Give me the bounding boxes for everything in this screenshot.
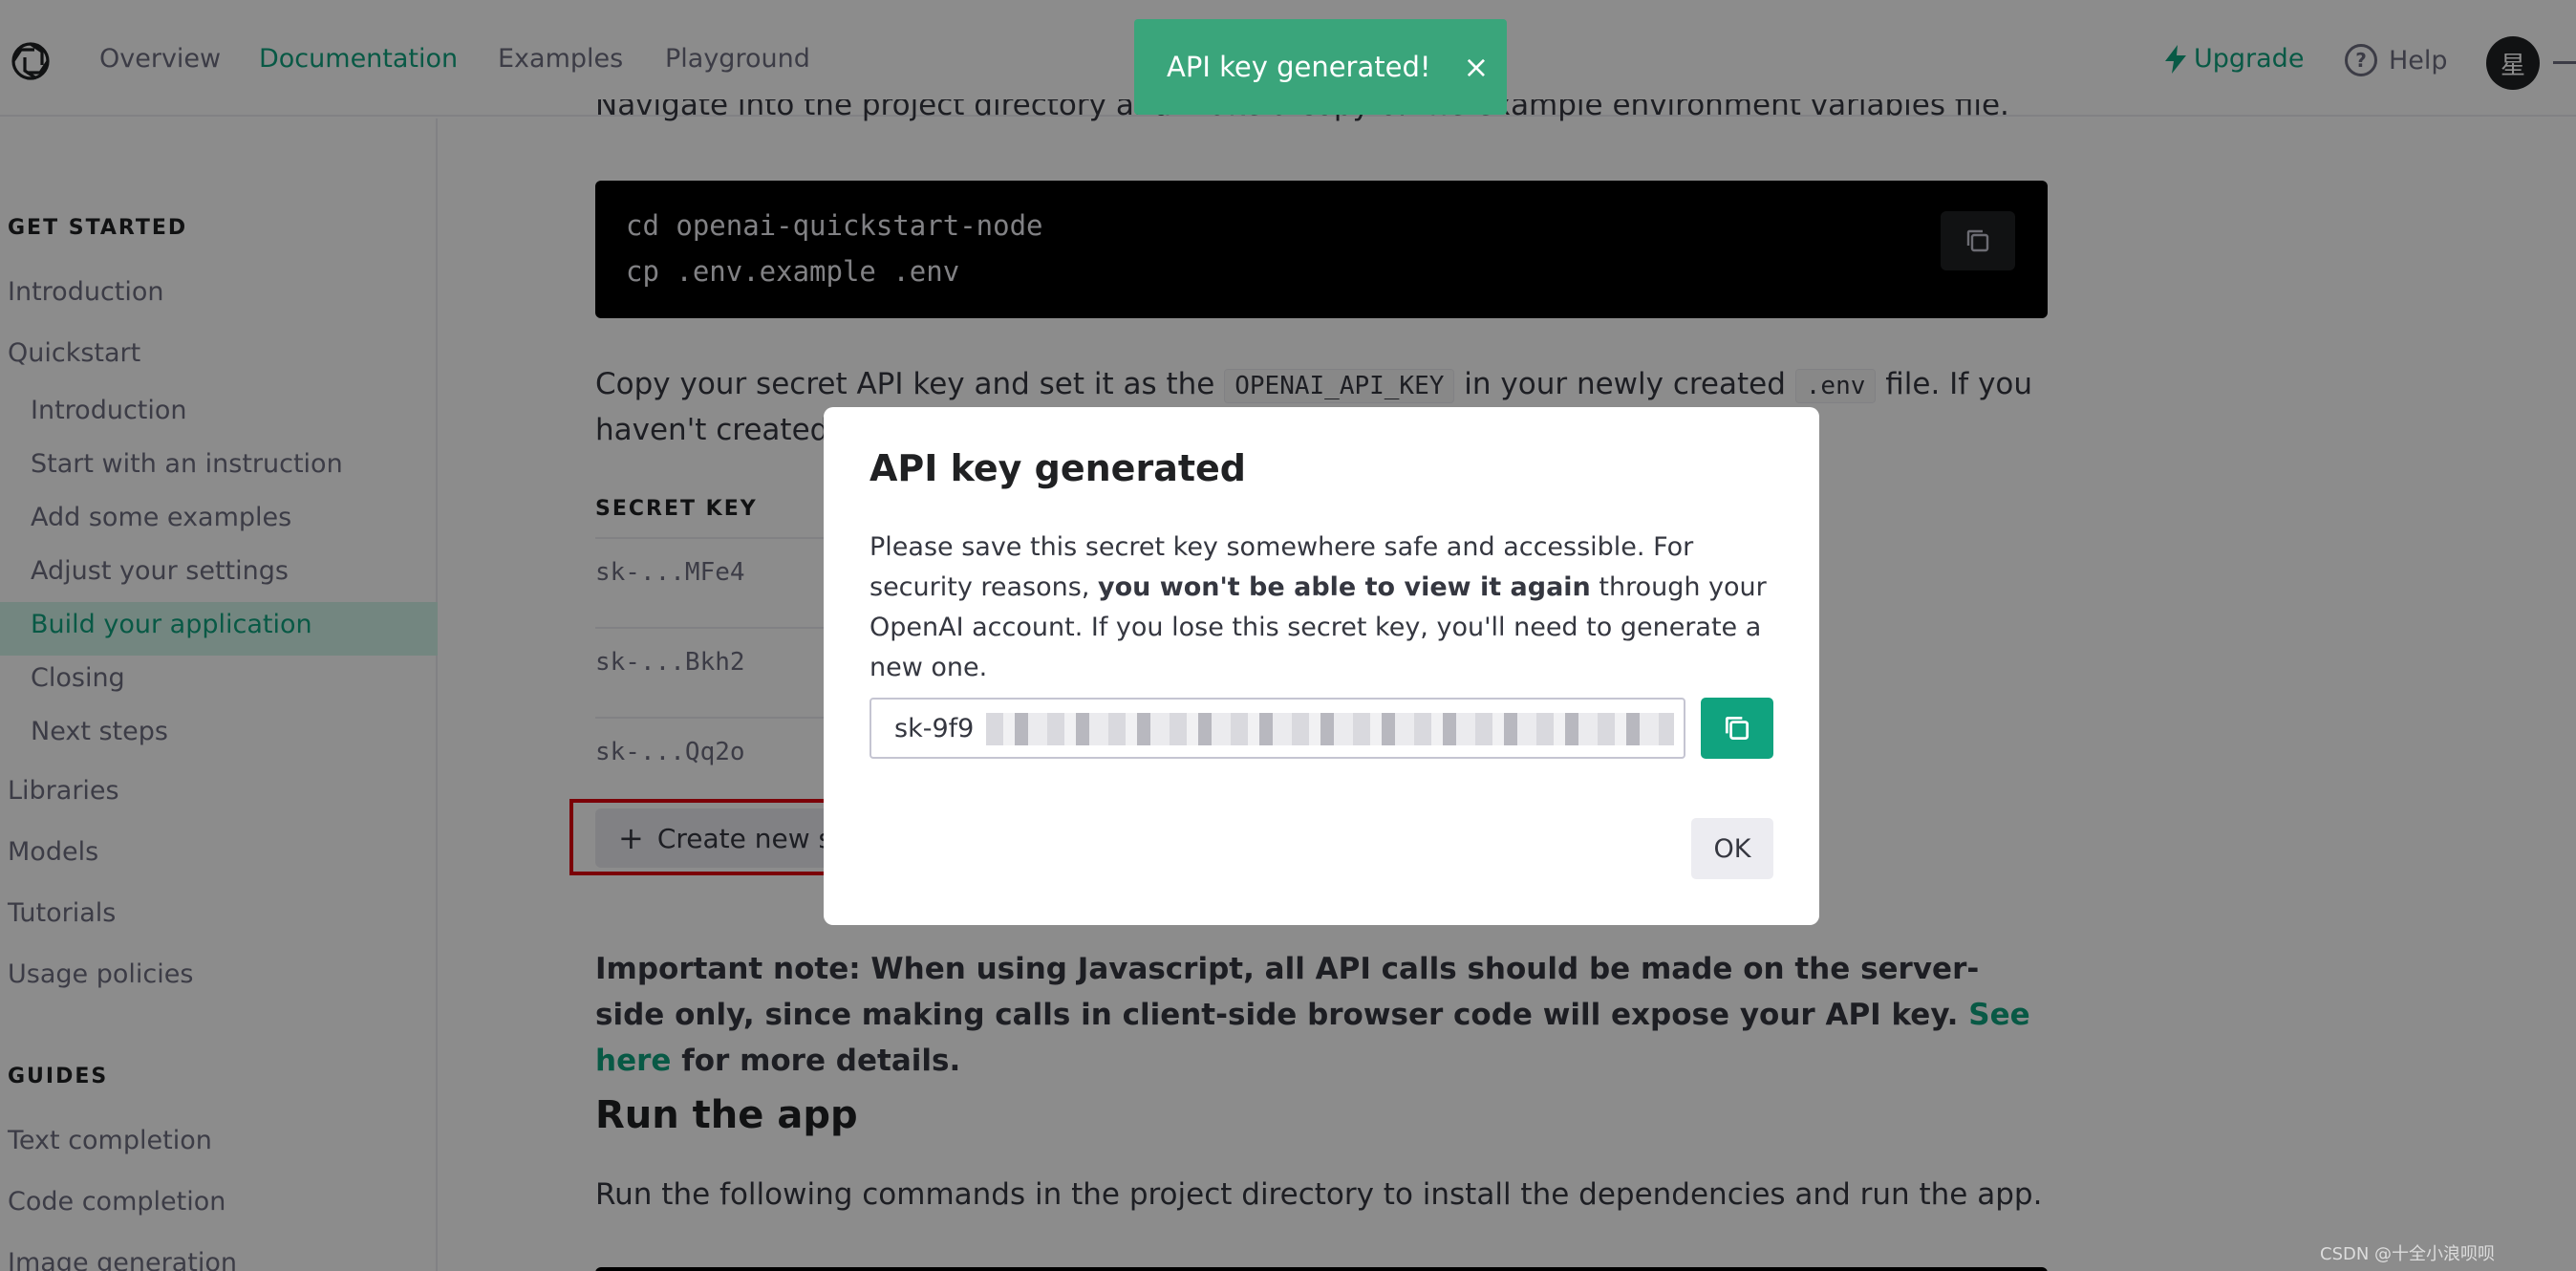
secret-key-field[interactable]: sk-9f9 (869, 698, 1685, 759)
toast-notification: API key generated! × (1134, 19, 1507, 115)
toast-close-icon[interactable]: × (1464, 49, 1490, 85)
watermark: CSDN @十全小浪呗呗 (2320, 1244, 2496, 1264)
modal-body: Please save this secret key somewhere sa… (869, 528, 1787, 688)
toast-text: API key generated! (1167, 51, 1431, 83)
secret-key-value: sk-9f9 (894, 713, 975, 743)
modal-body-bold: you won't be able to view it again (1098, 572, 1591, 602)
ok-button[interactable]: OK (1691, 818, 1773, 879)
copy-key-button[interactable] (1701, 698, 1773, 759)
copy-icon (1725, 716, 1750, 741)
redacted-key-blur (986, 713, 1674, 745)
modal-title: API key generated (869, 447, 1246, 489)
api-key-modal: API key generated Please save this secre… (824, 407, 1819, 925)
